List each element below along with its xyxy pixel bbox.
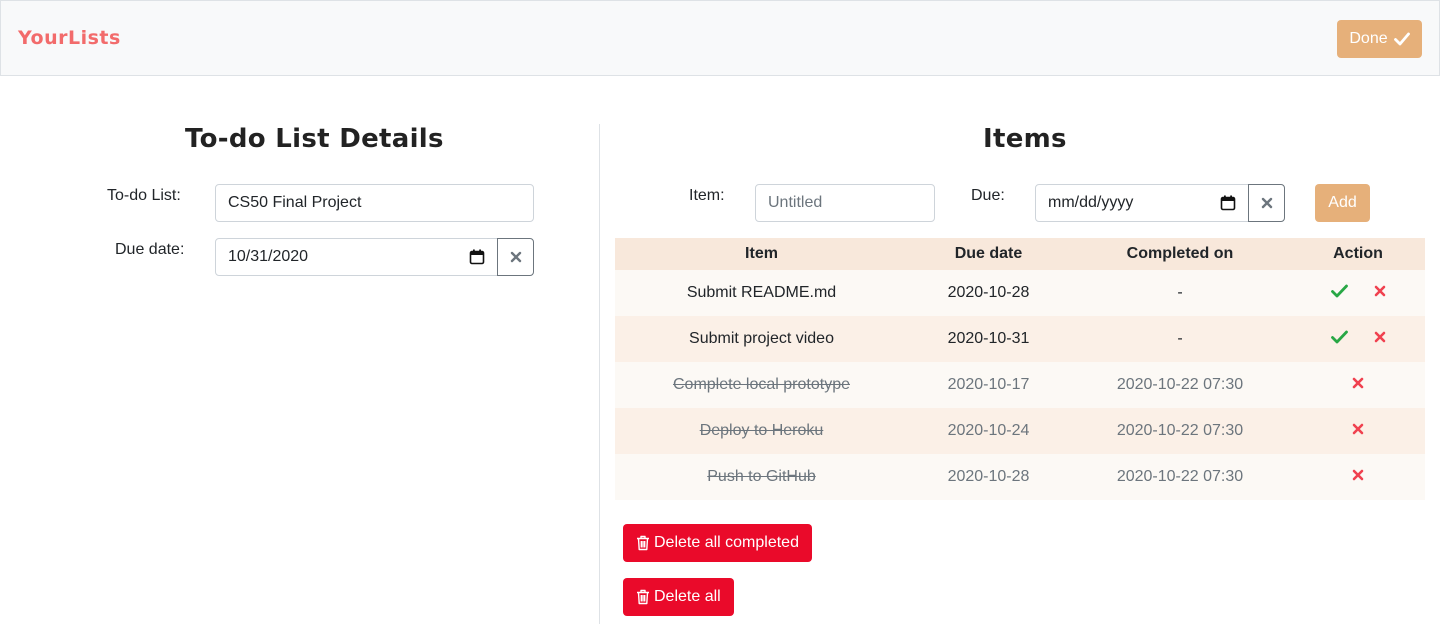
check-icon xyxy=(1393,32,1410,46)
item-due-date: 2020-10-24 xyxy=(908,408,1069,454)
item-name: Submit README.md xyxy=(615,270,908,316)
clear-new-item-due-button[interactable] xyxy=(1248,184,1285,222)
item-name: Submit project video xyxy=(615,316,908,362)
cross-icon[interactable] xyxy=(1352,423,1364,435)
item-due-date: 2020-10-28 xyxy=(908,454,1069,500)
add-item-button[interactable]: Add xyxy=(1315,184,1370,222)
due-date-value: 10/31/2020 xyxy=(228,248,309,265)
item-actions xyxy=(1291,270,1425,316)
list-name-label: To-do List: xyxy=(107,187,181,204)
check-icon[interactable] xyxy=(1330,330,1348,344)
list-name-input[interactable]: CS50 Final Project xyxy=(215,184,534,222)
column-header-action: Action xyxy=(1291,238,1425,270)
delete-all-button[interactable]: Delete all xyxy=(623,578,734,616)
items-table: Item Due date Completed on Action Submit… xyxy=(615,238,1425,500)
item-due-date: 2020-10-31 xyxy=(908,316,1069,362)
done-button-label: Done xyxy=(1349,30,1388,47)
close-icon xyxy=(510,251,521,263)
due-date-label: Due date: xyxy=(115,241,185,258)
trash-icon xyxy=(637,535,649,551)
calendar-icon[interactable] xyxy=(469,249,485,265)
item-completed-on: - xyxy=(1069,270,1291,316)
cross-icon[interactable] xyxy=(1352,469,1364,481)
check-icon[interactable] xyxy=(1330,284,1348,298)
table-row: Submit project video 2020-10-31- xyxy=(615,316,1425,362)
delete-completed-label: Delete all completed xyxy=(654,534,799,551)
close-icon xyxy=(1261,197,1272,209)
item-completed-on: 2020-10-22 07:30 xyxy=(1069,408,1291,454)
trash-icon xyxy=(637,589,649,605)
delete-completed-button[interactable]: Delete all completed xyxy=(623,524,812,562)
item-actions xyxy=(1291,454,1425,500)
item-name: Push to GitHub xyxy=(615,454,908,500)
new-item-due-placeholder: mm/dd/yyyy xyxy=(1048,194,1134,211)
item-due-date: 2020-10-17 xyxy=(908,362,1069,408)
item-actions xyxy=(1291,362,1425,408)
item-completed-on: 2020-10-22 07:30 xyxy=(1069,362,1291,408)
item-completed-on: 2020-10-22 07:30 xyxy=(1069,454,1291,500)
item-due-date: 2020-10-28 xyxy=(908,270,1069,316)
table-row: Push to GitHub 2020-10-28 2020-10-22 07:30 xyxy=(615,454,1425,500)
calendar-icon[interactable] xyxy=(1220,195,1236,211)
cross-icon[interactable] xyxy=(1374,331,1386,343)
items-heading: Items xyxy=(983,124,1067,154)
column-header-due-date: Due date xyxy=(908,238,1069,270)
column-header-completed-on: Completed on xyxy=(1069,238,1291,270)
item-name: Deploy to Heroku xyxy=(615,408,908,454)
cross-icon[interactable] xyxy=(1352,377,1364,389)
item-completed-on: - xyxy=(1069,316,1291,362)
column-divider xyxy=(599,124,600,624)
column-header-item: Item xyxy=(615,238,908,270)
item-actions xyxy=(1291,316,1425,362)
item-actions xyxy=(1291,408,1425,454)
table-row: Submit README.md 2020-10-28- xyxy=(615,270,1425,316)
navbar: YourLists Done xyxy=(0,0,1440,76)
delete-all-label: Delete all xyxy=(654,588,721,605)
details-heading: To-do List Details xyxy=(185,124,444,154)
item-name: Complete local prototype xyxy=(615,362,908,408)
new-item-label: Item: xyxy=(689,187,725,204)
table-row: Complete local prototype 2020-10-17 2020-1… xyxy=(615,362,1425,408)
clear-due-date-button[interactable] xyxy=(497,238,534,276)
table-header-row: Item Due date Completed on Action xyxy=(615,238,1425,270)
due-date-input[interactable]: 10/31/2020 xyxy=(215,238,498,276)
table-row: Deploy to Heroku 2020-10-24 2020-10-22 07:… xyxy=(615,408,1425,454)
done-button[interactable]: Done xyxy=(1337,20,1422,58)
brand-logo[interactable]: YourLists xyxy=(18,27,121,49)
new-item-due-input[interactable]: mm/dd/yyyy xyxy=(1035,184,1249,222)
cross-icon[interactable] xyxy=(1374,285,1386,297)
new-item-input[interactable]: Untitled xyxy=(755,184,935,222)
new-item-due-label: Due: xyxy=(971,187,1005,204)
